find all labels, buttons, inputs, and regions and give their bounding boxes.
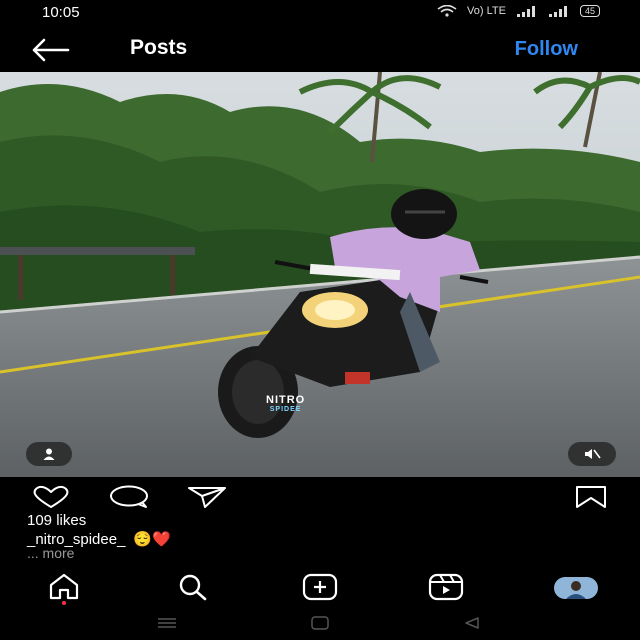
person-icon xyxy=(43,448,55,460)
system-nav-bar xyxy=(0,608,640,640)
heart-icon[interactable] xyxy=(30,485,72,509)
speaker-muted-icon xyxy=(585,449,601,459)
post-image xyxy=(0,72,640,477)
signal-icon-2 xyxy=(548,5,567,17)
battery-indicator: 45 xyxy=(579,5,600,17)
watermark: NITRO SPIDEE xyxy=(266,394,306,414)
status-time: 10:05 xyxy=(42,4,80,21)
mute-button[interactable] xyxy=(568,442,616,466)
header: Posts Follow xyxy=(0,30,640,70)
profile-avatar xyxy=(554,577,598,599)
network-label: Vo) LTE xyxy=(467,5,506,17)
status-icons: Vo) LTE 45 xyxy=(437,5,600,17)
tagged-people-button[interactable] xyxy=(26,442,72,466)
nav-search[interactable] xyxy=(172,571,212,605)
bottom-nav xyxy=(0,565,640,605)
caption-more-link[interactable]: ... more xyxy=(27,545,74,561)
watermark-line2: SPIDEE xyxy=(269,406,302,413)
home-icon xyxy=(49,573,79,605)
likes-count[interactable]: 109 likes xyxy=(27,512,86,529)
search-icon xyxy=(179,574,207,601)
nav-reels[interactable] xyxy=(426,571,466,605)
nav-home[interactable] xyxy=(44,571,84,605)
plus-square-icon xyxy=(302,573,338,601)
send-icon[interactable] xyxy=(186,485,228,509)
signal-icon xyxy=(516,5,535,17)
arrow-left-icon[interactable] xyxy=(28,36,72,64)
post-actions xyxy=(0,482,640,512)
home-button-icon[interactable] xyxy=(310,616,330,630)
wifi-icon xyxy=(437,5,457,17)
follow-button[interactable]: Follow xyxy=(515,38,578,61)
comment-icon[interactable] xyxy=(108,485,150,509)
page-title: Posts xyxy=(130,36,188,59)
nav-new-post[interactable] xyxy=(300,571,340,605)
reels-icon xyxy=(428,573,464,601)
bookmark-icon[interactable] xyxy=(574,485,608,509)
watermark-line1: NITRO xyxy=(266,394,306,406)
nav-profile[interactable] xyxy=(554,571,598,605)
status-bar: 10:05 Vo) LTE 45 xyxy=(0,0,640,26)
recent-apps-icon[interactable] xyxy=(156,616,178,630)
post-media[interactable]: NITRO SPIDEE xyxy=(0,72,640,477)
back-button-icon[interactable] xyxy=(462,616,482,630)
caption-emojis: 😌❤️ xyxy=(133,531,171,548)
